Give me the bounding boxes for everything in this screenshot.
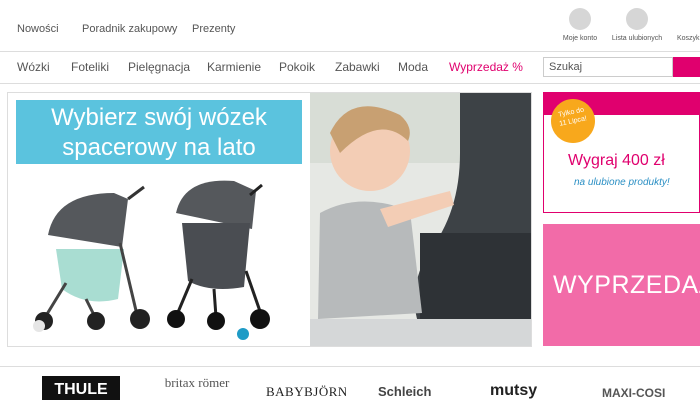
carousel-dot-1[interactable] (33, 320, 45, 332)
wishlist-label: Lista ulubionych (611, 35, 663, 42)
nav-divider (0, 83, 700, 84)
brand-logo-thule[interactable]: THULE (42, 376, 120, 400)
brand-logo-britax[interactable]: britax römer (156, 376, 238, 400)
search-input[interactable] (543, 57, 673, 77)
nav-pokoik[interactable]: Pokoik (279, 60, 315, 74)
stroller-grey-image (35, 185, 150, 330)
contest-promo-tile[interactable]: Tylko do 11 Lipca! Wygraj 400 zł na ulub… (543, 92, 700, 213)
cart-label: Koszyk (677, 35, 700, 42)
nav-wozki[interactable]: Wózki (17, 60, 50, 74)
my-account-link[interactable]: Moje konto (550, 8, 610, 42)
wishlist-link[interactable]: Lista ulubionych (607, 8, 667, 42)
hero-headline-line1: Wybierz swój wózek (51, 104, 267, 131)
brands-divider (0, 366, 700, 367)
promo-title: Wygraj 400 zł (568, 152, 665, 169)
child-with-stroller-photo (310, 93, 531, 346)
hero-headline: Wybierz swój wózek spacerowy na lato (16, 100, 302, 164)
top-link-prezenty[interactable]: Prezenty (192, 23, 235, 35)
my-account-label: Moje konto (562, 35, 598, 42)
nav-karmienie[interactable]: Karmienie (207, 60, 261, 74)
nav-moda[interactable]: Moda (398, 60, 428, 74)
nav-zabawki[interactable]: Zabawki (335, 60, 380, 74)
top-link-nowosci[interactable]: Nowości (17, 23, 59, 35)
brand-logo-mutsy[interactable]: mutsy (490, 376, 570, 400)
stroller-dark-image (167, 180, 270, 330)
top-link-poradnik[interactable]: Poradnik zakupowy (82, 23, 177, 35)
nav-foteliki[interactable]: Foteliki (71, 60, 109, 74)
sale-promo-tile[interactable]: WYPRZEDAŻ (543, 224, 700, 346)
brand-logo-babybjorn[interactable]: BABYBJÖRN (266, 376, 346, 400)
user-icon (569, 8, 591, 30)
nav-wyprzedaz[interactable]: Wyprzedaż % (449, 60, 523, 74)
cart-link[interactable]: Koszyk (664, 8, 700, 42)
brand-logo-maxicosi[interactable]: MAXI-COSI (602, 376, 684, 400)
carousel-dot-2[interactable] (237, 328, 249, 340)
promo-subtitle: na ulubione produkty! (574, 177, 670, 188)
hero-headline-line2: spacerowy na lato (62, 134, 256, 161)
brand-logo-schleich[interactable]: Schleich (378, 376, 456, 400)
sale-text: WYPRZEDAŻ (553, 271, 700, 299)
nav-pielegnacja[interactable]: Pielęgnacja (128, 60, 190, 74)
header-divider (0, 51, 700, 52)
hero-carousel[interactable]: Wybierz swój wózek spacerowy na lato (7, 92, 532, 347)
heart-icon (626, 8, 648, 30)
search-button[interactable] (673, 57, 700, 77)
